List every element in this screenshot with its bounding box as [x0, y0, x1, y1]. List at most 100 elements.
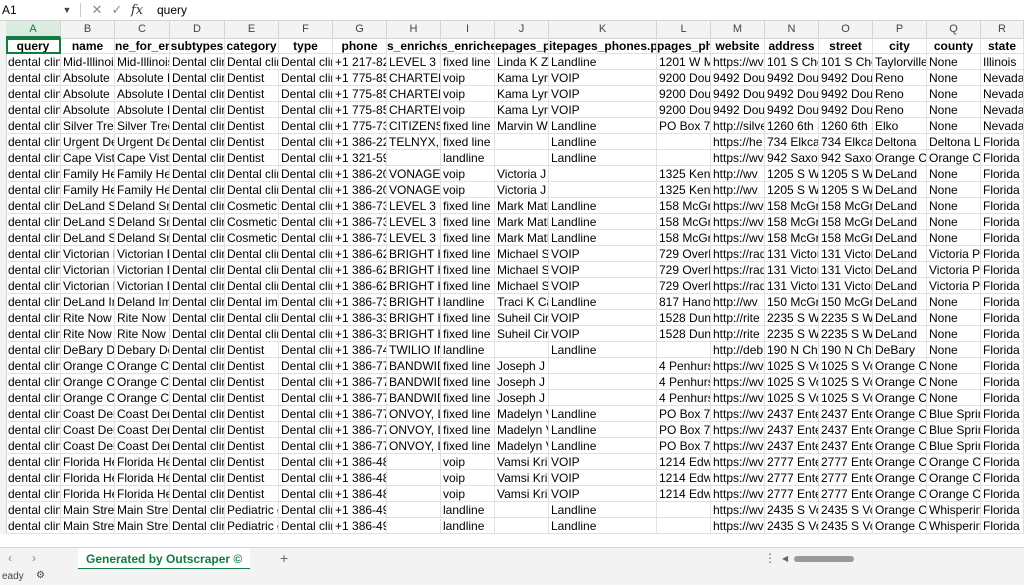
- table-cell[interactable]: 2777 Enter: [819, 470, 873, 486]
- table-cell[interactable]: 158 McGre: [657, 214, 711, 230]
- table-cell[interactable]: +1 386-227: [333, 134, 387, 150]
- header-cell[interactable]: query: [6, 38, 61, 54]
- table-cell[interactable]: BANDWID: [387, 358, 441, 374]
- table-cell[interactable]: Illinois: [981, 54, 1024, 70]
- table-cell[interactable]: Nevada: [981, 70, 1024, 86]
- table-cell[interactable]: voip: [441, 182, 495, 198]
- table-cell[interactable]: +1 386-747: [333, 342, 387, 358]
- table-cell[interactable]: Victoria Pa: [927, 246, 981, 262]
- table-cell[interactable]: landline: [441, 342, 495, 358]
- table-cell[interactable]: fixed line: [441, 390, 495, 406]
- table-cell[interactable]: Blue Spring: [927, 406, 981, 422]
- table-cell[interactable]: Dental clin: [170, 54, 225, 70]
- table-cell[interactable]: Reno: [873, 70, 927, 86]
- column-header-b[interactable]: B: [61, 21, 115, 38]
- table-cell[interactable]: Landline: [549, 518, 657, 534]
- table-cell[interactable]: Florida: [981, 262, 1024, 278]
- table-cell[interactable]: Orange Cit: [115, 390, 170, 406]
- table-cell[interactable]: 9492 Doub: [765, 102, 819, 118]
- table-cell[interactable]: dental clin: [6, 470, 61, 486]
- column-header-n[interactable]: N: [765, 21, 819, 38]
- table-cell[interactable]: fixed line: [441, 422, 495, 438]
- table-cell[interactable]: +1 386-337: [333, 326, 387, 342]
- table-cell[interactable]: BRIGHT HC: [387, 310, 441, 326]
- column-header-m[interactable]: M: [711, 21, 765, 38]
- table-cell[interactable]: http://silve: [711, 118, 765, 134]
- table-cell[interactable]: PO Box 74: [657, 422, 711, 438]
- table-cell[interactable]: +1 386-774: [333, 422, 387, 438]
- table-cell[interactable]: Dental imp: [225, 294, 279, 310]
- table-cell[interactable]: 734 Elkcan: [765, 134, 819, 150]
- table-cell[interactable]: 131 Victor: [819, 278, 873, 294]
- table-cell[interactable]: fixed line: [441, 246, 495, 262]
- table-cell[interactable]: Dentist: [225, 486, 279, 502]
- table-cell[interactable]: Dental clin: [279, 278, 333, 294]
- table-cell[interactable]: Debary De: [115, 342, 170, 358]
- table-cell[interactable]: PO Box 74: [657, 406, 711, 422]
- table-cell[interactable]: fixed line: [441, 278, 495, 294]
- table-cell[interactable]: Dentist: [225, 118, 279, 134]
- table-cell[interactable]: DeBary De: [61, 342, 115, 358]
- table-cell[interactable]: 150 McGre: [765, 294, 819, 310]
- table-cell[interactable]: +1 386-774: [333, 406, 387, 422]
- table-cell[interactable]: VOIP: [549, 278, 657, 294]
- table-cell[interactable]: fixed line: [441, 214, 495, 230]
- table-cell[interactable]: https://wv: [711, 518, 765, 534]
- header-cell[interactable]: itepages_phones.ph: [549, 38, 657, 54]
- table-cell[interactable]: Madelyn V: [495, 406, 549, 422]
- table-cell[interactable]: fixed line: [441, 230, 495, 246]
- table-cell[interactable]: VOIP: [549, 262, 657, 278]
- table-cell[interactable]: 1025 S Vol: [819, 358, 873, 374]
- table-cell[interactable]: [387, 518, 441, 534]
- table-cell[interactable]: fixed line: [441, 326, 495, 342]
- table-cell[interactable]: 817 Hanov: [657, 294, 711, 310]
- table-cell[interactable]: dental clin: [6, 502, 61, 518]
- table-cell[interactable]: BRIGHT HC: [387, 262, 441, 278]
- table-cell[interactable]: Dental clin: [279, 406, 333, 422]
- table-cell[interactable]: Dentist: [225, 470, 279, 486]
- table-cell[interactable]: Florida: [981, 406, 1024, 422]
- table-cell[interactable]: VOIP: [549, 470, 657, 486]
- table-cell[interactable]: dental clin: [6, 518, 61, 534]
- table-cell[interactable]: 1205 S Wo: [765, 182, 819, 198]
- table-cell[interactable]: Dental clin: [170, 278, 225, 294]
- table-cell[interactable]: None: [927, 182, 981, 198]
- table-cell[interactable]: https://wv: [711, 454, 765, 470]
- table-cell[interactable]: 1528 Dunla: [657, 326, 711, 342]
- table-cell[interactable]: BRIGHT HC: [387, 278, 441, 294]
- table-cell[interactable]: Victoria J Coleman: [495, 166, 549, 182]
- table-cell[interactable]: Dental clin: [225, 54, 279, 70]
- table-cell[interactable]: 2435 S Vol: [819, 518, 873, 534]
- table-cell[interactable]: Florida He: [61, 454, 115, 470]
- table-cell[interactable]: +1 386-481-6886: [333, 454, 387, 470]
- header-cell[interactable]: street: [819, 38, 873, 54]
- table-cell[interactable]: 131 Victor: [765, 278, 819, 294]
- table-cell[interactable]: voip: [441, 86, 495, 102]
- table-cell[interactable]: Florida: [981, 246, 1024, 262]
- table-cell[interactable]: Landline: [549, 198, 657, 214]
- table-cell[interactable]: Kama Lyris: [495, 102, 549, 118]
- table-cell[interactable]: [495, 342, 549, 358]
- table-cell[interactable]: dental clin: [6, 278, 61, 294]
- column-header-l[interactable]: L: [657, 21, 711, 38]
- table-cell[interactable]: Family Hea: [115, 166, 170, 182]
- table-cell[interactable]: Main Stree: [61, 518, 115, 534]
- table-cell[interactable]: DeLand: [873, 166, 927, 182]
- table-cell[interactable]: Florida He: [115, 486, 170, 502]
- scroll-left-arrow-icon[interactable]: ◀: [782, 554, 788, 563]
- table-cell[interactable]: Absolute D: [115, 102, 170, 118]
- table-cell[interactable]: Dental clin: [170, 470, 225, 486]
- table-cell[interactable]: BANDWID: [387, 390, 441, 406]
- table-cell[interactable]: Orange Cit: [873, 438, 927, 454]
- table-cell[interactable]: 150 McGre: [819, 294, 873, 310]
- table-cell[interactable]: Orange Cit: [927, 150, 981, 166]
- table-cell[interactable]: dental clin: [6, 54, 61, 70]
- table-cell[interactable]: Dental clin: [279, 86, 333, 102]
- table-cell[interactable]: [657, 518, 711, 534]
- table-cell[interactable]: Absolute D: [61, 102, 115, 118]
- table-cell[interactable]: https://rad: [711, 262, 765, 278]
- table-cell[interactable]: Orange Cit: [61, 390, 115, 406]
- table-cell[interactable]: Orange Cit: [927, 486, 981, 502]
- table-cell[interactable]: Dental clin: [170, 438, 225, 454]
- table-cell[interactable]: Dental clin: [170, 102, 225, 118]
